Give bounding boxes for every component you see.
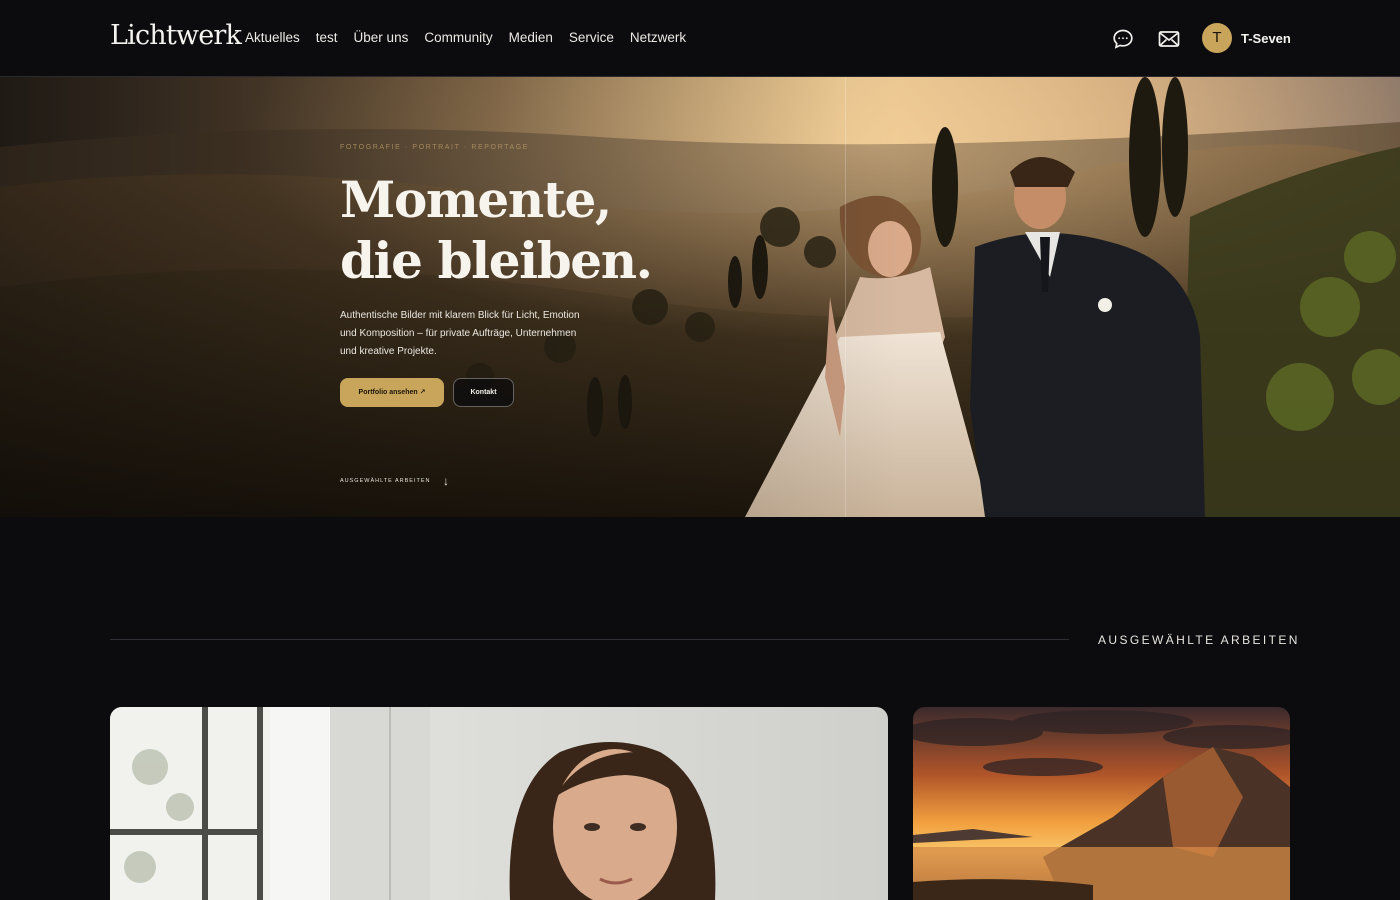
nav-item-aktuelles[interactable]: Aktuelles <box>245 30 300 45</box>
hero-divider <box>845 77 846 517</box>
hero-description: Authentische Bilder mit klarem Blick für… <box>340 310 580 357</box>
section-divider <box>110 639 1069 640</box>
hero-overlay <box>0 77 900 517</box>
nav-item-test[interactable]: test <box>316 30 338 45</box>
hero-eyebrow: FOTOGRAFIE · PORTRAIT · REPORTAGE <box>340 144 530 151</box>
mail-icon[interactable] <box>1157 27 1181 51</box>
chat-icon[interactable] <box>1111 27 1135 51</box>
landscape-image <box>913 707 1290 900</box>
nav-item-service[interactable]: Service <box>569 30 614 45</box>
nav-item-netzwerk[interactable]: Netzwerk <box>630 30 686 45</box>
portfolio-button[interactable]: Portfolio ansehen ↗ <box>340 378 444 407</box>
hero-section: FOTOGRAFIE · PORTRAIT · REPORTAGE Moment… <box>0 77 1400 517</box>
username[interactable]: T-Seven <box>1241 31 1291 46</box>
arrow-down-icon[interactable]: ↓ <box>443 474 449 488</box>
avatar[interactable]: T <box>1202 23 1232 53</box>
scroll-hint-label[interactable]: AUSGEWÄHLTE ARBEITEN <box>340 478 431 484</box>
main-nav: Aktuelles test Über uns Community Medien… <box>245 30 686 45</box>
brand-logo[interactable]: Lichtwerk <box>110 20 242 51</box>
nav-item-community[interactable]: Community <box>424 30 492 45</box>
work-card-portrait[interactable] <box>110 707 888 900</box>
contact-button[interactable]: Kontakt <box>453 378 514 407</box>
nav-item-ueber-uns[interactable]: Über uns <box>354 30 409 45</box>
section-title: AUSGEWÄHLTE ARBEITEN <box>1098 633 1300 647</box>
work-card-landscape[interactable] <box>913 707 1290 900</box>
hero-title: Momente, die bleiben. <box>340 170 653 290</box>
portrait-image <box>110 707 888 900</box>
site-header: Lichtwerk Aktuelles test Über uns Commun… <box>0 0 1400 77</box>
nav-item-medien[interactable]: Medien <box>509 30 553 45</box>
